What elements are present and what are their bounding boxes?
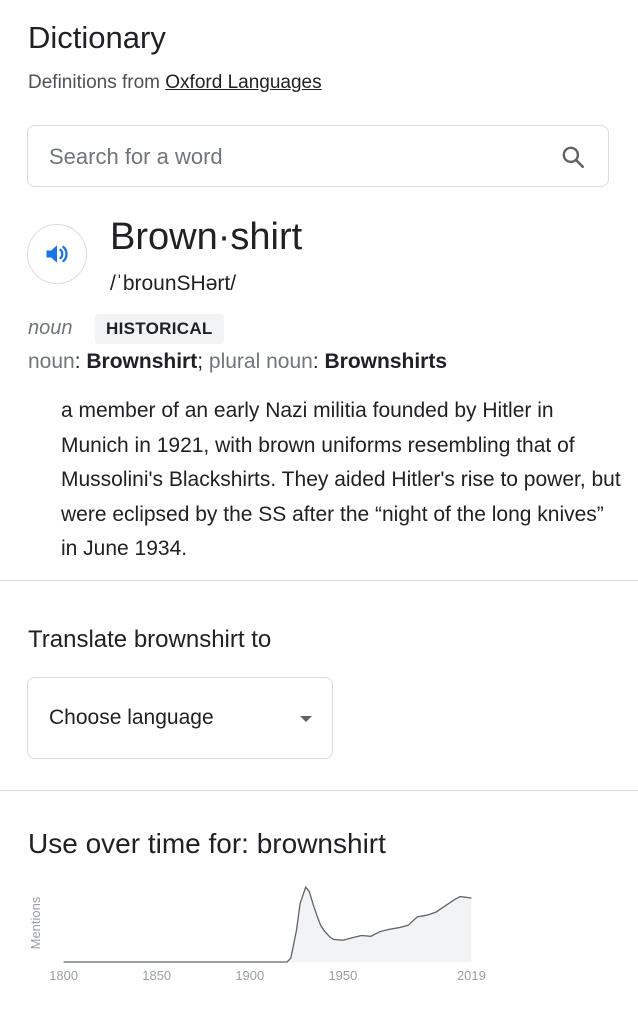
chevron-down-icon: [300, 716, 312, 722]
plural-form: Brownshirts: [324, 350, 448, 373]
noun-form: Brownshirt: [86, 350, 198, 373]
speaker-icon: [46, 245, 68, 263]
phonetic-spelling: /ˈbrounSHərt/: [110, 272, 237, 295]
part-of-speech: noun: [28, 317, 73, 339]
language-select-value: Choose language: [49, 706, 214, 729]
section-divider: [0, 580, 638, 581]
subtitle: Definitions from Oxford Languages: [28, 72, 322, 94]
chart-ylabel: Mentions: [28, 896, 43, 949]
x-tick-label: 1800: [49, 968, 78, 983]
oxford-languages-link[interactable]: Oxford Languages: [165, 72, 321, 93]
definition-text: a member of an early Nazi militia founde…: [61, 399, 621, 560]
x-tick-label: 1900: [235, 968, 264, 983]
language-select[interactable]: Choose language: [27, 677, 333, 759]
search-icon[interactable]: [560, 144, 586, 170]
x-tick-label: 1850: [142, 968, 171, 983]
x-tick-label: 2019: [457, 968, 486, 983]
page-title: Dictionary: [28, 20, 166, 55]
plural-prefix: plural noun: [208, 350, 313, 373]
subtitle-prefix: Definitions from: [28, 72, 166, 93]
usage-heading: Use over time for: brownshirt: [28, 828, 386, 859]
search-box[interactable]: [27, 125, 609, 187]
noun-prefix: noun: [28, 350, 75, 373]
usage-area: [63, 887, 472, 962]
usage-label-badge: HISTORICAL: [95, 314, 224, 344]
translate-heading: Translate brownshirt to: [28, 626, 272, 653]
search-input[interactable]: [49, 144, 529, 170]
x-tick-label: 1950: [328, 968, 357, 983]
section-divider: [0, 790, 638, 791]
usage-chart: Mentions 1800 1850 1900 1950 2019: [28, 885, 486, 983]
headword: Brown·shirt: [110, 216, 303, 258]
word-forms: noun: Brownshirt; plural noun: Brownshir…: [28, 350, 448, 373]
pronunciation-button[interactable]: [27, 224, 87, 284]
